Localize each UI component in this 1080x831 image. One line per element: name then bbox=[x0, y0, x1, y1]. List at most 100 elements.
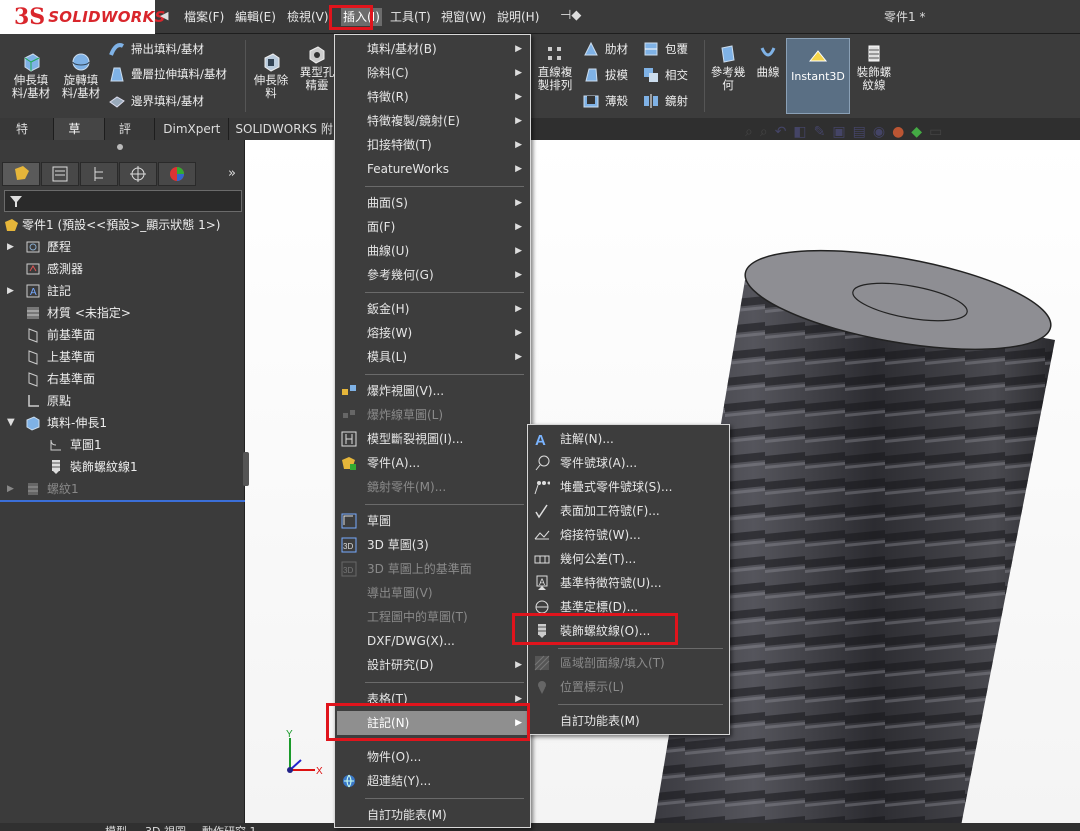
view-orientation-icon[interactable]: ▣ bbox=[832, 124, 845, 144]
instant3d-button[interactable]: Instant3D bbox=[786, 38, 850, 114]
property-manager-tab[interactable] bbox=[41, 162, 79, 186]
menu-item-curve[interactable]: 曲線(U) ▶ bbox=[337, 239, 528, 263]
loft-boss-icon bbox=[110, 67, 124, 82]
rib-button[interactable]: 肋材 bbox=[582, 40, 628, 58]
menu-item-customize-menu[interactable]: 自訂功能表(M) bbox=[530, 709, 727, 733]
menu-item-features[interactable]: 特徵(R) ▶ bbox=[337, 85, 528, 109]
menu-item-pattern-mirror[interactable]: 特徵複製/鏡射(E) ▶ bbox=[337, 109, 528, 133]
edit-appearance-icon[interactable]: ● bbox=[892, 124, 904, 144]
3d-sketch-on-plane-icon: 3D bbox=[341, 561, 357, 577]
menu-item-boss-base[interactable]: 填料/基材(B) ▶ bbox=[337, 37, 528, 61]
menu-item-sheet-metal[interactable]: 鈑金(H) ▶ bbox=[337, 297, 528, 321]
revolve-boss-button[interactable]: 旋轉填 料/基材 bbox=[58, 50, 104, 100]
boundary-boss-button[interactable]: 邊界填料/基材 bbox=[108, 92, 204, 110]
3d-sketch-icon: 3D bbox=[341, 537, 357, 553]
reference-geometry-button[interactable]: 參考幾 何 bbox=[708, 44, 748, 92]
feature-tree-filter[interactable] bbox=[4, 190, 242, 212]
apply-scene-icon[interactable]: ◆ bbox=[911, 124, 922, 144]
menu-item-design-study[interactable]: 設計研究(D) ▶ bbox=[337, 653, 528, 677]
more-tabs-chevron-icon[interactable]: » bbox=[228, 166, 236, 181]
linear-pattern-icon bbox=[548, 47, 561, 60]
note-icon: A bbox=[535, 432, 546, 447]
zoom-to-fit-icon[interactable]: ⌕ bbox=[745, 124, 753, 144]
tab-features[interactable]: 特徵 bbox=[0, 118, 55, 158]
solidworks-logo[interactable]: 3S SOLIDWORKS bbox=[0, 0, 165, 34]
view-triad bbox=[287, 738, 315, 773]
tab-motion-study[interactable]: 動作研究 1 bbox=[202, 823, 257, 831]
draft-button[interactable]: 拔模 bbox=[582, 66, 628, 84]
tab-evaluate[interactable]: 評估 bbox=[104, 118, 156, 158]
pin-icon[interactable]: ⊣◆ bbox=[560, 8, 581, 23]
hole-wizard-button[interactable]: 異型孔 精靈 bbox=[297, 44, 337, 92]
menu-item-object[interactable]: 物件(O)... bbox=[337, 745, 528, 769]
panel-grip[interactable] bbox=[117, 144, 123, 150]
menu-edit[interactable]: 編輯(E) bbox=[235, 8, 276, 26]
menu-item-hyperlink[interactable]: 超連結(Y)... bbox=[337, 769, 528, 793]
mirror-button[interactable]: 鏡射 bbox=[642, 92, 688, 110]
menu-item-model-break-view[interactable]: 模型斷裂視圖(I)... bbox=[337, 427, 528, 451]
tab-3d-views[interactable]: 3D 視圖 bbox=[145, 823, 186, 831]
feature-manager-tab[interactable] bbox=[2, 162, 40, 186]
shell-button[interactable]: 薄殼 bbox=[582, 92, 628, 110]
rollback-bar[interactable] bbox=[0, 500, 245, 502]
menu-item-featureworks[interactable]: FeatureWorks ▶ bbox=[337, 157, 528, 181]
menu-item-balloon[interactable]: 零件號球(A)... bbox=[530, 451, 727, 475]
display-manager-icon bbox=[170, 167, 184, 181]
dimxpert-manager-tab[interactable] bbox=[119, 162, 157, 186]
expand-arrow-icon[interactable]: ▶ bbox=[7, 478, 14, 500]
dynamic-annotation-icon[interactable]: ✎ bbox=[814, 124, 826, 144]
menu-view[interactable]: 檢視(V) bbox=[287, 8, 329, 26]
menu-window[interactable]: 視窗(W) bbox=[441, 8, 486, 26]
extrude-boss-button[interactable]: 伸長填 料/基材 bbox=[8, 50, 54, 100]
section-view-icon[interactable]: ◧ bbox=[793, 124, 806, 144]
menu-item-molds[interactable]: 模具(L) ▶ bbox=[337, 345, 528, 369]
collapse-arrow-icon[interactable]: ▼ bbox=[7, 412, 15, 434]
tab-model[interactable]: 模型 bbox=[105, 823, 127, 831]
menu-item-3d-sketch[interactable]: 3D 3D 草圖(3) bbox=[337, 533, 528, 557]
intersect-button[interactable]: 相交 bbox=[642, 66, 688, 84]
sweep-boss-button[interactable]: 掃出填料/基材 bbox=[108, 40, 204, 58]
menu-item-geometric-tolerance[interactable]: 幾何公差(T)... bbox=[530, 547, 727, 571]
menu-item-surface-finish[interactable]: 表面加工符號(F)... bbox=[530, 499, 727, 523]
menu-item-note[interactable]: A 註解(N)... bbox=[530, 427, 727, 451]
linear-pattern-button[interactable]: 直線複 製排列 bbox=[534, 44, 576, 92]
menu-item-part[interactable]: 零件(A)... bbox=[337, 451, 528, 475]
curves-icon bbox=[760, 47, 776, 57]
menu-item-reference-geometry[interactable]: 參考幾何(G) ▶ bbox=[337, 263, 528, 287]
menu-item-weldments[interactable]: 熔接(W) ▶ bbox=[337, 321, 528, 345]
menu-item-customize-menu[interactable]: 自訂功能表(M) bbox=[337, 803, 528, 827]
menu-item-surface[interactable]: 曲面(S) ▶ bbox=[337, 191, 528, 215]
plane-icon bbox=[28, 328, 38, 343]
previous-view-icon[interactable]: ↶ bbox=[775, 124, 787, 144]
tab-sketch[interactable]: 草圖 bbox=[54, 118, 105, 158]
collapse-menu-arrow-icon[interactable]: ◀ bbox=[160, 9, 170, 25]
configuration-manager-tab[interactable] bbox=[80, 162, 118, 186]
expand-arrow-icon[interactable]: ▶ bbox=[7, 236, 14, 258]
expand-arrow-icon[interactable]: ▶ bbox=[7, 280, 14, 302]
view-settings-icon[interactable]: ▭ bbox=[929, 124, 942, 144]
panel-splitter[interactable] bbox=[243, 452, 249, 486]
extrude-cut-button[interactable]: 伸長除 料 bbox=[250, 50, 292, 100]
tab-dimxpert[interactable]: DimXpert bbox=[155, 118, 230, 140]
menu-help[interactable]: 說明(H) bbox=[497, 8, 539, 26]
display-style-icon[interactable]: ▤ bbox=[853, 124, 866, 144]
menu-item-stacked-balloon[interactable]: 堆疊式零件號球(S)... bbox=[530, 475, 727, 499]
cosmetic-thread-button[interactable]: 裝飾螺 紋線 bbox=[852, 44, 896, 92]
tab-addins[interactable]: SOLIDWORKS 附力 bbox=[229, 118, 341, 158]
menu-item-weld-symbol[interactable]: 熔接符號(W)... bbox=[530, 523, 727, 547]
menu-item-exploded-view[interactable]: 爆炸視圖(V)... bbox=[337, 379, 528, 403]
menu-tools[interactable]: 工具(T) bbox=[390, 8, 431, 26]
hide-show-icon[interactable]: ◉ bbox=[873, 124, 885, 144]
loft-boss-button[interactable]: 疊層拉伸填料/基材 bbox=[108, 65, 227, 83]
menu-item-datum-feature[interactable]: A 基準特徵符號(U)... bbox=[530, 571, 727, 595]
menu-item-fastening-feature[interactable]: 扣接特徵(T) ▶ bbox=[337, 133, 528, 157]
wrap-button[interactable]: 包覆 bbox=[642, 40, 688, 58]
menu-item-dxf-dwg[interactable]: DXF/DWG(X)... bbox=[337, 629, 528, 653]
menu-item-sketch[interactable]: 草圖 bbox=[337, 509, 528, 533]
menu-item-face[interactable]: 面(F) ▶ bbox=[337, 215, 528, 239]
display-manager-tab[interactable] bbox=[158, 162, 196, 186]
menu-file[interactable]: 檔案(F) bbox=[184, 8, 224, 26]
curves-button[interactable]: 曲線 bbox=[752, 44, 784, 79]
zoom-area-icon[interactable]: ⌕ bbox=[760, 124, 768, 144]
menu-item-cut[interactable]: 除料(C) ▶ bbox=[337, 61, 528, 85]
